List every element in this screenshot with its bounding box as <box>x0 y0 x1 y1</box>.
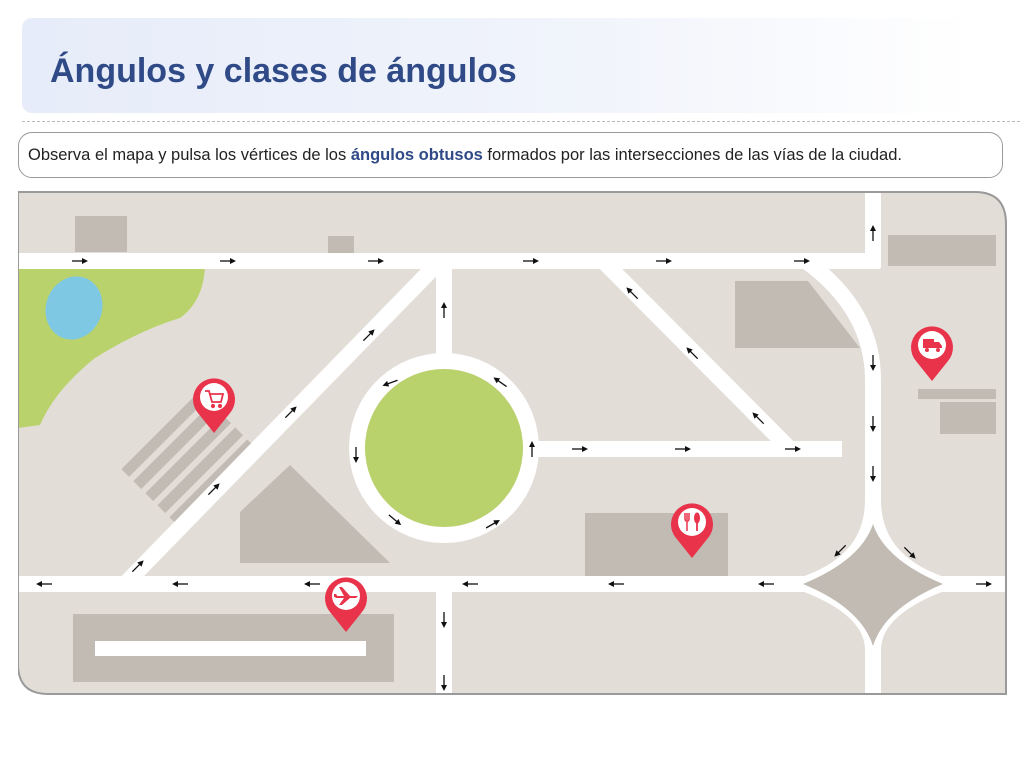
runway <box>95 641 366 656</box>
building <box>328 236 354 253</box>
instruction-text-end: formados por las intersecciones de las v… <box>482 146 902 164</box>
instruction-box: Observa el mapa y pulsa los vértices de … <box>18 132 1003 178</box>
instruction-highlight: ángulos obtusos <box>350 146 483 164</box>
building <box>75 216 127 252</box>
instruction-text-start: Observa el mapa y pulsa los vértices de … <box>28 146 351 164</box>
page-title: Ángulos y clases de ángulos <box>50 52 517 90</box>
building <box>940 402 996 434</box>
divider <box>22 121 1020 122</box>
roundabout-island <box>365 369 523 527</box>
title-bar: Ángulos y clases de ángulos <box>22 18 972 113</box>
building <box>918 389 996 399</box>
city-map <box>18 190 1007 696</box>
building <box>888 235 996 266</box>
